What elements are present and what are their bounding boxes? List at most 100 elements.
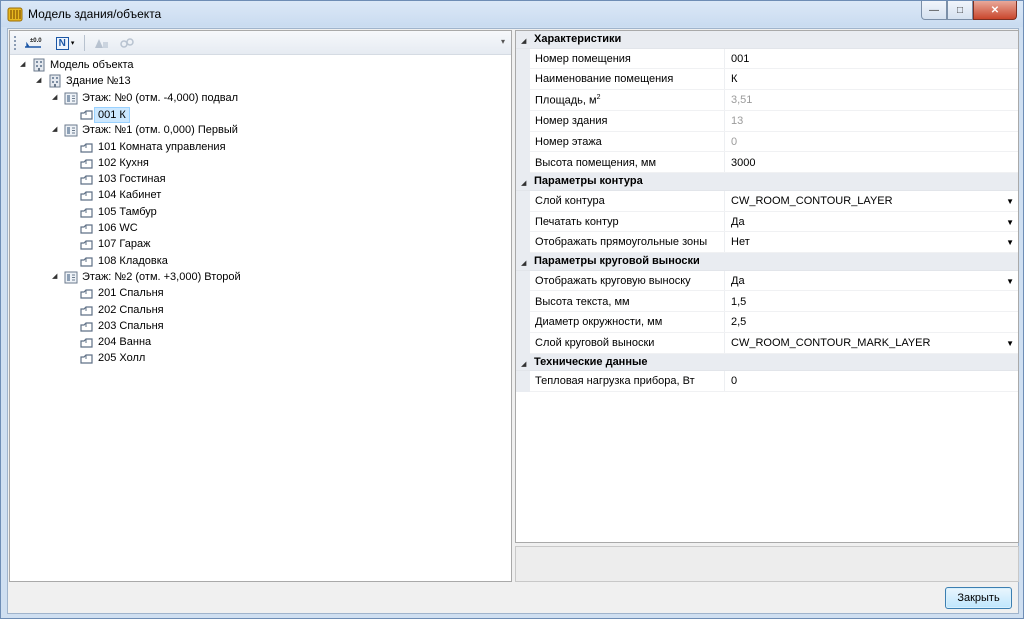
tree-node-floor[interactable]: ◢ Этаж: №0 (отм. -4,000) подвал [10,90,510,106]
category-label: Характеристики [534,33,622,45]
property-row[interactable]: Площадь, м2 3,51 [516,90,1018,112]
property-name: Отображать круговую выноску [535,275,691,287]
dropdown-arrow-icon[interactable]: ▼ [1006,218,1014,227]
property-value[interactable]: К [731,73,737,85]
maximize-button[interactable]: □ [947,1,973,20]
property-value[interactable]: Да [731,216,745,228]
property-category[interactable]: ◢ Технические данные [516,353,1018,372]
property-category[interactable]: ◢ Параметры контура [516,173,1018,191]
room-icon [80,188,94,202]
property-value[interactable]: Нет [731,236,750,248]
property-row[interactable]: Номер здания 13 [516,110,1018,132]
property-row[interactable]: Печатать контур Да ▼ [516,211,1018,233]
elevation-tool-button[interactable]: ±0.0 [22,34,44,52]
property-row[interactable]: Слой контура CW_ROOM_CONTOUR_LAYER ▼ [516,190,1018,212]
dropdown-arrow-icon[interactable]: ▼ [1006,277,1014,286]
column-divider[interactable] [724,110,725,132]
property-name-text: Диаметр окружности, мм [535,316,663,329]
link-icon [120,38,134,48]
tree-node-floor[interactable]: ◢ Этаж: №1 (отм. 0,000) Первый [10,122,510,138]
column-divider[interactable] [724,131,725,153]
tree-node-label: 107 Гараж [98,238,151,251]
property-category[interactable]: ◢ Параметры круговой выноски [516,253,1018,271]
property-row[interactable]: Отображать прямоугольные зоны Нет ▼ [516,232,1018,254]
column-divider[interactable] [724,312,725,334]
close-window-button[interactable]: ✕ [973,1,1017,20]
tree-node-room[interactable]: 107 Гараж [10,236,510,252]
column-divider[interactable] [724,232,725,254]
property-row[interactable]: Наименование помещения К [516,69,1018,91]
category-collapse-icon[interactable]: ◢ [521,37,526,45]
placement-tool-button[interactable] [90,34,112,52]
toolbar-grip[interactable] [14,36,17,50]
tree-node-model[interactable]: ◢ Модель объекта [10,57,510,73]
column-divider[interactable] [724,270,725,292]
tree-node-building[interactable]: ◢ Здание №13 [10,73,510,89]
tree-node-room[interactable]: 001 К [10,106,510,123]
tree-node-floor[interactable]: ◢ Этаж: №2 (отм. +3,000) Второй [10,269,510,285]
category-collapse-icon[interactable]: ◢ [521,259,526,267]
tree-node-room[interactable]: 204 Ванна [10,334,510,350]
property-value[interactable]: 001 [731,53,749,65]
tree-node-room[interactable]: 101 Комната управления [10,139,510,155]
tree-node-room[interactable]: 201 Спальня [10,285,510,301]
tree-expander-icon[interactable]: ◢ [52,126,60,134]
column-divider[interactable] [724,190,725,212]
property-value[interactable]: 1,5 [731,296,746,308]
property-category[interactable]: ◢ Характеристики [516,31,1018,49]
tree-node-room[interactable]: 106 WC [10,220,510,236]
title-bar[interactable]: Модель здания/объекта — □ ✕ [1,1,1023,27]
property-row[interactable]: Номер этажа 0 [516,131,1018,153]
tree-node-label: Модель объекта [50,59,134,71]
toolbar-overflow-button[interactable]: ▾ [501,37,509,51]
dropdown-arrow-icon[interactable]: ▼ [1006,238,1014,247]
tree-expander-icon[interactable]: ◢ [52,94,60,102]
property-value[interactable]: Да [731,275,745,287]
property-name: Отображать прямоугольные зоны [535,236,707,248]
tree-node-room[interactable]: 104 Кабинет [10,187,510,203]
building-icon [32,58,46,72]
property-value[interactable]: 0 [731,375,737,387]
property-value[interactable]: 2,5 [731,316,746,328]
column-divider[interactable] [724,69,725,91]
property-row[interactable]: Номер помещения 001 [516,48,1018,70]
column-divider[interactable] [724,152,725,174]
property-value[interactable]: CW_ROOM_CONTOUR_MARK_LAYER [731,337,930,349]
property-row[interactable]: Высота текста, мм 1,5 [516,291,1018,313]
tree-node-room[interactable]: 103 Гостиная [10,171,510,187]
tree-node-room[interactable]: 105 Тамбур [10,204,510,220]
tree-expander-icon[interactable]: ◢ [52,273,60,281]
property-name: Номер здания [535,115,607,127]
property-row[interactable]: Высота помещения, мм 3000 [516,152,1018,174]
column-divider[interactable] [724,333,725,355]
minimize-button[interactable]: — [921,1,947,20]
column-divider[interactable] [724,90,725,112]
numbering-tool-button[interactable]: N ▾ [52,34,78,52]
property-value[interactable]: CW_ROOM_CONTOUR_LAYER [731,195,893,207]
category-collapse-icon[interactable]: ◢ [521,360,526,368]
tree-node-room[interactable]: 205 Холл [10,350,510,366]
link-tool-button[interactable] [116,34,138,52]
property-row[interactable]: Слой круговой выноски CW_ROOM_CONTOUR_MAR… [516,333,1018,355]
tree-node-room[interactable]: 102 Кухня [10,155,510,171]
column-divider[interactable] [724,48,725,70]
dropdown-arrow-icon[interactable]: ▼ [1006,197,1014,206]
property-row[interactable]: Отображать круговую выноску Да ▼ [516,270,1018,292]
property-grid[interactable]: ◢ Характеристики Номер помещения 001 Наимено… [515,30,1019,543]
room-icon [80,303,94,317]
tree-node-room[interactable]: 108 Кладовка [10,253,510,269]
tree-node-room[interactable]: 203 Спальня [10,318,510,334]
tree-node-room[interactable]: 202 Спальня [10,302,510,318]
property-row[interactable]: Диаметр окружности, мм 2,5 [516,312,1018,334]
close-button[interactable]: Закрыть [945,587,1012,609]
column-divider[interactable] [724,371,725,393]
tree-expander-icon[interactable]: ◢ [20,61,28,69]
dropdown-arrow-icon[interactable]: ▼ [1006,339,1014,348]
window-title: Модель здания/объекта [28,7,162,21]
column-divider[interactable] [724,291,725,313]
tree-expander-icon[interactable]: ◢ [36,77,44,85]
property-row[interactable]: Тепловая нагрузка прибора, Вт 0 [516,371,1018,393]
property-value[interactable]: 3000 [731,157,755,169]
column-divider[interactable] [724,211,725,233]
category-collapse-icon[interactable]: ◢ [521,179,526,187]
